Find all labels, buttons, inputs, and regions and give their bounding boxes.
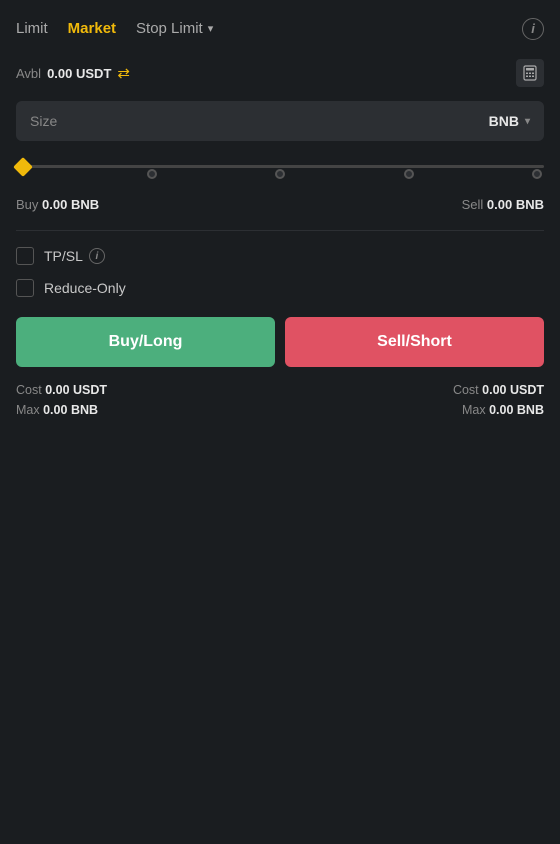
sell-max-value: 0.00 BNB bbox=[489, 403, 544, 417]
buy-cost: Cost 0.00 USDT bbox=[16, 383, 107, 397]
buy-long-button[interactable]: Buy/Long bbox=[16, 317, 275, 367]
sell-label: Sell bbox=[462, 197, 484, 212]
buy-cost-value: 0.00 USDT bbox=[45, 383, 107, 397]
size-currency: BNB bbox=[489, 113, 519, 129]
buy-amount: Buy 0.00 BNB bbox=[16, 197, 99, 212]
action-buttons: Buy/Long Sell/Short bbox=[16, 317, 544, 367]
tab-stop-limit[interactable]: Stop Limit ▾ bbox=[136, 20, 213, 37]
tab-limit[interactable]: Limit bbox=[16, 16, 48, 41]
buy-max-value: 0.00 BNB bbox=[43, 403, 98, 417]
tick-100[interactable] bbox=[532, 169, 542, 179]
sell-cost-value: 0.00 USDT bbox=[482, 383, 544, 397]
tab-market[interactable]: Market bbox=[68, 16, 116, 41]
transfer-icon[interactable]: ⇄ bbox=[117, 64, 130, 82]
divider bbox=[16, 230, 544, 231]
sell-max-label: Max bbox=[462, 403, 486, 417]
tick-25[interactable] bbox=[147, 169, 157, 179]
tpsl-info-icon[interactable]: i bbox=[89, 248, 105, 264]
avbl-value: 0.00 USDT bbox=[47, 66, 111, 81]
sell-value: 0.00 BNB bbox=[487, 197, 544, 212]
buy-max: Max 0.00 BNB bbox=[16, 403, 98, 417]
currency-selector[interactable]: BNB ▾ bbox=[489, 113, 530, 129]
reduce-only-label: Reduce-Only bbox=[44, 280, 126, 296]
info-icon[interactable]: i bbox=[522, 18, 544, 40]
size-slider[interactable] bbox=[16, 155, 544, 179]
amounts-row: Buy 0.00 BNB Sell 0.00 BNB bbox=[16, 197, 544, 212]
max-row: Max 0.00 BNB Max 0.00 BNB bbox=[16, 403, 544, 417]
slider-input[interactable] bbox=[16, 165, 544, 168]
sell-cost: Cost 0.00 USDT bbox=[453, 383, 544, 397]
avbl-label: Avbl bbox=[16, 66, 41, 81]
tick-50[interactable] bbox=[275, 169, 285, 179]
sell-cost-label: Cost bbox=[453, 383, 479, 397]
tpsl-row: TP/SL i bbox=[16, 247, 544, 265]
chevron-down-icon: ▾ bbox=[208, 22, 214, 35]
sell-short-button[interactable]: Sell/Short bbox=[285, 317, 544, 367]
buy-cost-label: Cost bbox=[16, 383, 42, 397]
reduce-only-checkbox[interactable] bbox=[16, 279, 34, 297]
sell-amount: Sell 0.00 BNB bbox=[462, 197, 544, 212]
buy-value: 0.00 BNB bbox=[42, 197, 99, 212]
chevron-down-icon: ▾ bbox=[525, 116, 530, 127]
cost-row: Cost 0.00 USDT Cost 0.00 USDT bbox=[16, 383, 544, 397]
buy-label: Buy bbox=[16, 197, 38, 212]
calculator-icon[interactable] bbox=[516, 59, 544, 87]
avbl-info: Avbl 0.00 USDT ⇄ bbox=[16, 64, 130, 82]
buy-max-label: Max bbox=[16, 403, 40, 417]
stop-limit-label: Stop Limit bbox=[136, 20, 203, 37]
size-label: Size bbox=[30, 113, 57, 129]
reduce-only-row: Reduce-Only bbox=[16, 279, 544, 297]
tab-bar: Limit Market Stop Limit ▾ i bbox=[16, 16, 544, 41]
checkbox-section: TP/SL i Reduce-Only bbox=[16, 247, 544, 297]
tpsl-checkbox[interactable] bbox=[16, 247, 34, 265]
avbl-row: Avbl 0.00 USDT ⇄ bbox=[16, 59, 544, 87]
tpsl-label: TP/SL i bbox=[44, 248, 105, 264]
slider-ticks bbox=[16, 169, 544, 179]
sell-max: Max 0.00 BNB bbox=[462, 403, 544, 417]
tick-75[interactable] bbox=[404, 169, 414, 179]
size-input[interactable]: Size BNB ▾ bbox=[16, 101, 544, 141]
